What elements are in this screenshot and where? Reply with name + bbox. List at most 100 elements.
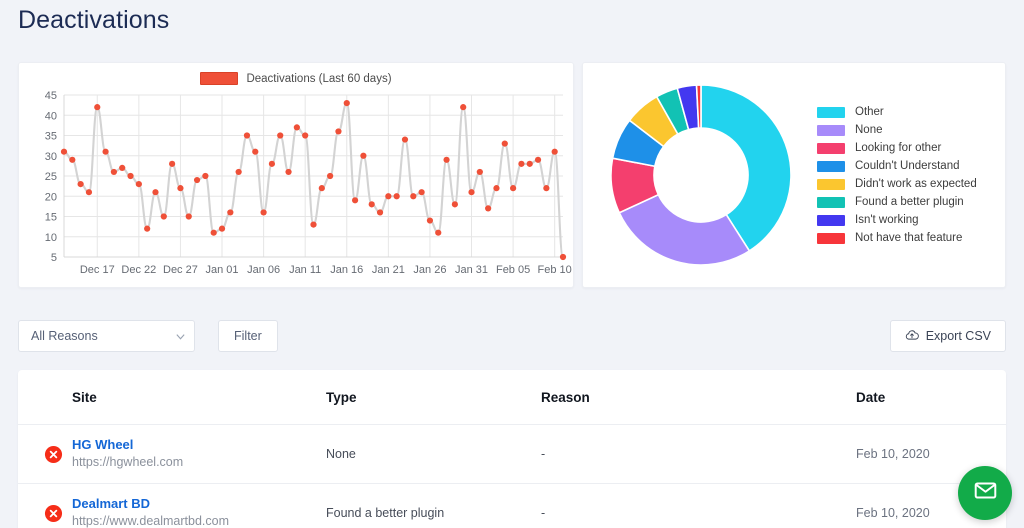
row-reason-value: - bbox=[541, 506, 546, 520]
svg-text:30: 30 bbox=[45, 151, 57, 163]
page-title: Deactivations bbox=[18, 6, 170, 34]
donut-chart-container: Other None Looking for other Couldn't Under… bbox=[583, 63, 1005, 287]
row-date-value: Feb 10, 2020 bbox=[856, 506, 930, 520]
donut-legend-label: Looking for other bbox=[855, 142, 942, 154]
row-site-cell: HG Wheel https://hgwheel.com bbox=[72, 424, 326, 484]
donut-legend-swatch bbox=[817, 232, 845, 244]
donut-legend-swatch bbox=[817, 124, 845, 136]
page-root: Deactivations Deactivations (Last 60 day… bbox=[0, 0, 1024, 528]
row-type-value: None bbox=[326, 447, 356, 461]
line-chart-svg: 5 10 15 20 25 30 35 40 45 Dec 17 Dec 22 Dec 27 Jan 0… bbox=[45, 90, 572, 276]
export-csv-button[interactable]: Export CSV bbox=[889, 320, 1006, 352]
row-reason-cell: - bbox=[541, 424, 856, 484]
svg-text:Jan 31: Jan 31 bbox=[455, 264, 488, 276]
site-name-link[interactable]: Dealmart BD bbox=[72, 496, 326, 512]
svg-text:Dec 17: Dec 17 bbox=[80, 264, 115, 276]
table-row: Dealmart BD https://www.dealmartbd.com Fou… bbox=[18, 483, 1006, 528]
donut-chart-svg bbox=[610, 84, 792, 266]
donut-slice[interactable] bbox=[618, 193, 751, 266]
svg-text:Jan 06: Jan 06 bbox=[247, 264, 280, 276]
deactivations-table-card: Site Type Reason Date HG Wheel https://hg… bbox=[18, 370, 1006, 528]
donut-legend-swatch bbox=[817, 106, 845, 118]
donut-legend-label: Couldn't Understand bbox=[855, 160, 960, 172]
legend-label-deactivations: Deactivations (Last 60 days) bbox=[246, 72, 392, 85]
reason-filter-select[interactable]: All Reasons bbox=[18, 320, 195, 352]
svg-text:Dec 27: Dec 27 bbox=[163, 264, 198, 276]
svg-text:Feb 05: Feb 05 bbox=[496, 264, 530, 276]
row-status-cell bbox=[18, 483, 72, 528]
deactivations-line-chart-card: Deactivations (Last 60 days) 5 10 15 20 25 30… bbox=[18, 62, 574, 288]
table-row: HG Wheel https://hgwheel.com None - Feb 10, … bbox=[18, 424, 1006, 484]
donut-chart-legend: Other None Looking for other Couldn't Under… bbox=[817, 106, 977, 244]
x-circle-icon[interactable] bbox=[44, 445, 72, 464]
donut-legend-item[interactable]: Found a better plugin bbox=[817, 196, 977, 208]
donut-legend-item[interactable]: Looking for other bbox=[817, 142, 977, 154]
donut-legend-label: None bbox=[855, 124, 883, 136]
donut-legend-swatch bbox=[817, 178, 845, 190]
export-csv-label: Export CSV bbox=[925, 329, 991, 343]
donut-legend-item[interactable]: None bbox=[817, 124, 977, 136]
chat-widget-button[interactable] bbox=[958, 466, 1012, 520]
x-circle-icon[interactable] bbox=[44, 504, 72, 523]
row-reason-value: - bbox=[541, 447, 546, 461]
deactivations-table: Site Type Reason Date HG Wheel https://hg… bbox=[18, 370, 1006, 528]
row-status-cell bbox=[18, 424, 72, 484]
site-url-text: https://hgwheel.com bbox=[72, 455, 184, 469]
donut-legend-item[interactable]: Couldn't Understand bbox=[817, 160, 977, 172]
donut-legend-label: Other bbox=[855, 106, 884, 118]
row-site-cell: Dealmart BD https://www.dealmartbd.com bbox=[72, 483, 326, 528]
donut-legend-item[interactable]: Isn't working bbox=[817, 214, 977, 226]
svg-text:Jan 11: Jan 11 bbox=[289, 264, 321, 276]
svg-text:35: 35 bbox=[45, 131, 57, 143]
row-reason-cell: - bbox=[541, 483, 856, 528]
donut-legend-label: Didn't work as expected bbox=[855, 178, 977, 190]
donut-legend-item[interactable]: Other bbox=[817, 106, 977, 118]
donut-legend-swatch bbox=[817, 196, 845, 208]
line-chart-plot: 5 10 15 20 25 30 35 40 45 Dec 17 Dec 22 Dec 27 Jan 0… bbox=[19, 87, 575, 287]
cloud-upload-icon bbox=[905, 329, 919, 344]
svg-text:5: 5 bbox=[51, 252, 57, 264]
donut-legend-item[interactable]: Not have that feature bbox=[817, 232, 977, 244]
deactivation-reasons-donut-card: Other None Looking for other Couldn't Under… bbox=[582, 62, 1006, 288]
donut-legend-swatch bbox=[817, 160, 845, 172]
donut-legend-swatch bbox=[817, 142, 845, 154]
svg-text:Jan 26: Jan 26 bbox=[413, 264, 446, 276]
svg-text:45: 45 bbox=[45, 90, 57, 102]
svg-text:Dec 22: Dec 22 bbox=[121, 264, 156, 276]
site-url-text: https://www.dealmartbd.com bbox=[72, 514, 230, 528]
legend-swatch-deactivations bbox=[200, 72, 239, 85]
table-body: HG Wheel https://hgwheel.com None - Feb 10, … bbox=[18, 424, 1006, 528]
table-header-status bbox=[18, 370, 72, 425]
svg-text:25: 25 bbox=[45, 171, 57, 183]
svg-text:10: 10 bbox=[45, 232, 57, 244]
donut-legend-label: Found a better plugin bbox=[855, 196, 964, 208]
table-header-type: Type bbox=[326, 370, 541, 425]
svg-text:Jan 16: Jan 16 bbox=[330, 264, 363, 276]
svg-text:40: 40 bbox=[45, 110, 57, 122]
table-header-row: Site Type Reason Date bbox=[18, 370, 1006, 425]
svg-text:20: 20 bbox=[45, 191, 57, 203]
donut-legend-item[interactable]: Didn't work as expected bbox=[817, 178, 977, 190]
charts-row: Deactivations (Last 60 days) 5 10 15 20 25 30… bbox=[18, 62, 1006, 288]
filter-button[interactable]: Filter bbox=[218, 320, 278, 352]
site-name-link[interactable]: HG Wheel bbox=[72, 437, 326, 453]
svg-text:Jan 21: Jan 21 bbox=[372, 264, 405, 276]
row-type-value: Found a better plugin bbox=[326, 506, 445, 520]
envelope-icon bbox=[973, 478, 998, 508]
donut-legend-swatch bbox=[817, 214, 845, 226]
donut-legend-label: Isn't working bbox=[855, 214, 919, 226]
table-header-site: Site bbox=[72, 370, 326, 425]
donut-legend-label: Not have that feature bbox=[855, 232, 963, 244]
row-date-value: Feb 10, 2020 bbox=[856, 447, 930, 461]
filters-toolbar: All Reasons Filter Export CSV bbox=[18, 320, 1006, 352]
svg-text:Feb 10: Feb 10 bbox=[538, 264, 572, 276]
line-chart-legend: Deactivations (Last 60 days) bbox=[19, 72, 573, 85]
row-type-cell: None bbox=[326, 424, 541, 484]
table-header-date: Date bbox=[856, 370, 1006, 425]
chevron-down-icon bbox=[175, 331, 186, 342]
table-header-reason: Reason bbox=[541, 370, 856, 425]
row-type-cell: Found a better plugin bbox=[326, 483, 541, 528]
filter-button-label: Filter bbox=[234, 329, 262, 343]
svg-text:15: 15 bbox=[45, 212, 57, 224]
reason-filter-value: All Reasons bbox=[31, 329, 98, 343]
